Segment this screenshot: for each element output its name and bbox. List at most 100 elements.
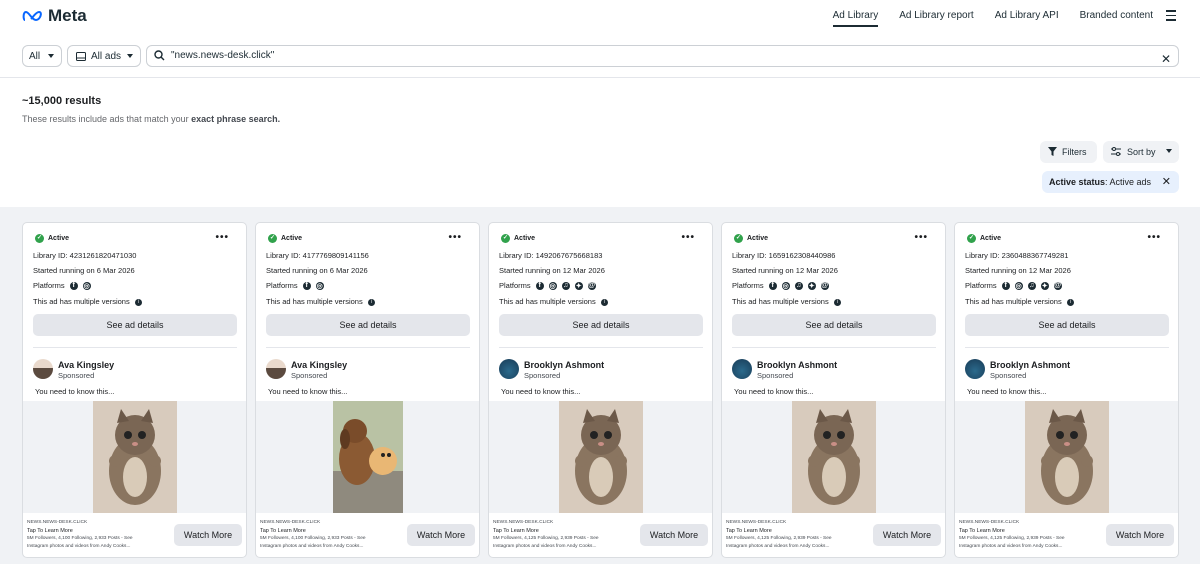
- start-date: Started running on 6 Mar 2026: [266, 266, 368, 275]
- see-ad-details-button[interactable]: See ad details: [266, 314, 470, 336]
- library-id: Library ID: 1659162308440986: [732, 251, 836, 260]
- info-icon[interactable]: i: [367, 298, 375, 306]
- see-ad-details-button[interactable]: See ad details: [965, 314, 1169, 336]
- avatar[interactable]: [266, 359, 286, 379]
- sponsored-label: Sponsored: [757, 371, 794, 380]
- ad-media[interactable]: [489, 401, 712, 513]
- status-label: Active: [514, 235, 536, 242]
- advertiser-name[interactable]: Ava Kingsley: [291, 360, 347, 370]
- meta-logo[interactable]: Meta: [22, 6, 87, 26]
- more-options-icon[interactable]: •••: [215, 232, 229, 243]
- audience-network-icon: ♫: [561, 281, 570, 290]
- results-count: ~15,000 results: [22, 95, 102, 107]
- versions-text: This ad has multiple versions: [266, 297, 363, 306]
- clear-search-icon[interactable]: ✕: [1161, 49, 1171, 69]
- nav-ad-library-report[interactable]: Ad Library report: [899, 10, 973, 27]
- threads-icon: @: [587, 281, 596, 290]
- sliders-icon: [1111, 147, 1121, 156]
- ad-meta-line: Instagram photos and videos from Andy Co…: [493, 544, 597, 549]
- filters-button[interactable]: Filters: [1040, 141, 1097, 163]
- advertiser-name[interactable]: Ava Kingsley: [58, 360, 114, 370]
- library-id: Library ID: 2360488367749281: [965, 251, 1069, 260]
- info-icon[interactable]: i: [1066, 298, 1074, 306]
- ad-body-text: You need to know this...: [501, 387, 581, 396]
- chevron-down-icon: [127, 54, 133, 58]
- advertiser-name[interactable]: Brooklyn Ashmont: [757, 360, 837, 370]
- menu-icon[interactable]: [1166, 10, 1176, 24]
- status-label: Active: [281, 235, 303, 242]
- remove-filter-icon[interactable]: ✕: [1162, 175, 1171, 188]
- audience-network-icon: ♫: [794, 281, 803, 290]
- ad-domain: NEWS.NEWS-DESK.CLICK: [959, 520, 1020, 525]
- nav-ad-library[interactable]: Ad Library: [832, 10, 879, 27]
- divider: [732, 347, 936, 348]
- nav-ad-library-api[interactable]: Ad Library API: [995, 10, 1059, 27]
- platforms-row: Platforms f ◎ ♫ ✦ @: [732, 281, 829, 290]
- multiple-versions: This ad has multiple versions i: [732, 297, 841, 306]
- ad-cta-title: Tap To Learn More: [260, 528, 306, 534]
- divider: [965, 347, 1169, 348]
- info-icon[interactable]: i: [134, 298, 142, 306]
- ad-card: ✓ Active ••• Library ID: 423126182047103…: [22, 222, 247, 558]
- chip-value: : Active ads: [1105, 177, 1152, 187]
- avatar[interactable]: [732, 359, 752, 379]
- ad-meta-line: 5M Followers, 4,125 Following, 2,939 Pos…: [959, 536, 1065, 541]
- ad-image[interactable]: [93, 401, 177, 513]
- versions-text: This ad has multiple versions: [33, 297, 130, 306]
- see-ad-details-button[interactable]: See ad details: [499, 314, 703, 336]
- avatar[interactable]: [499, 359, 519, 379]
- facebook-icon: f: [1001, 281, 1010, 290]
- ad-domain: NEWS.NEWS-DESK.CLICK: [726, 520, 787, 525]
- ad-media[interactable]: [955, 401, 1178, 513]
- ad-media[interactable]: [722, 401, 945, 513]
- info-icon[interactable]: i: [833, 298, 841, 306]
- sponsored-label: Sponsored: [524, 371, 561, 380]
- audience-network-icon: ♫: [1027, 281, 1036, 290]
- facebook-icon: f: [69, 281, 78, 290]
- instagram-icon: ◎: [1014, 281, 1023, 290]
- watch-more-button[interactable]: Watch More: [407, 524, 475, 546]
- ad-footer: NEWS.NEWS-DESK.CLICK Tap To Learn More 5…: [959, 519, 1099, 551]
- results-note: These results include ads that match you…: [22, 114, 280, 124]
- nav-branded-content[interactable]: Branded content: [1080, 10, 1153, 27]
- more-options-icon[interactable]: •••: [914, 232, 928, 243]
- divider: [499, 347, 703, 348]
- see-ad-details-button[interactable]: See ad details: [732, 314, 936, 336]
- multiple-versions: This ad has multiple versions i: [965, 297, 1074, 306]
- more-options-icon[interactable]: •••: [448, 232, 462, 243]
- ad-media[interactable]: [256, 401, 479, 513]
- watch-more-button[interactable]: Watch More: [873, 524, 941, 546]
- ad-image[interactable]: [333, 401, 403, 513]
- watch-more-button[interactable]: Watch More: [1106, 524, 1174, 546]
- avatar[interactable]: [965, 359, 985, 379]
- platforms-row: Platforms f ◎: [266, 281, 324, 290]
- meta-infinity-icon: [22, 10, 42, 22]
- ad-meta-line: 5M Followers, 4,100 Following, 2,933 Pos…: [260, 536, 366, 541]
- advertiser-name[interactable]: Brooklyn Ashmont: [524, 360, 604, 370]
- watch-more-button[interactable]: Watch More: [640, 524, 708, 546]
- ad-image[interactable]: [559, 401, 643, 513]
- ad-body-text: You need to know this...: [268, 387, 348, 396]
- ad-meta-line: Instagram photos and videos from Andy Co…: [27, 544, 131, 549]
- sort-label: Sort by: [1127, 147, 1156, 157]
- platforms-row: Platforms f ◎ ♫ ✦ @: [965, 281, 1062, 290]
- ad-media[interactable]: [23, 401, 246, 513]
- platform-icons: f ◎: [302, 281, 324, 290]
- more-options-icon[interactable]: •••: [1147, 232, 1161, 243]
- search-input[interactable]: "news.news-desk.click" ✕: [146, 45, 1179, 67]
- sort-button[interactable]: Sort by: [1103, 141, 1179, 163]
- filter-icon: [1048, 147, 1057, 156]
- watch-more-button[interactable]: Watch More: [174, 524, 242, 546]
- country-select[interactable]: All: [22, 45, 62, 67]
- ad-type-select[interactable]: All ads: [67, 45, 141, 67]
- ad-image[interactable]: [1025, 401, 1109, 513]
- ad-image[interactable]: [792, 401, 876, 513]
- advertiser-name[interactable]: Brooklyn Ashmont: [990, 360, 1070, 370]
- avatar[interactable]: [33, 359, 53, 379]
- ad-domain: NEWS.NEWS-DESK.CLICK: [27, 520, 88, 525]
- platforms-row: Platforms f ◎ ♫ ✦ @: [499, 281, 596, 290]
- more-options-icon[interactable]: •••: [681, 232, 695, 243]
- see-ad-details-button[interactable]: See ad details: [33, 314, 237, 336]
- library-id: Library ID: 1492067675668183: [499, 251, 603, 260]
- info-icon[interactable]: i: [600, 298, 608, 306]
